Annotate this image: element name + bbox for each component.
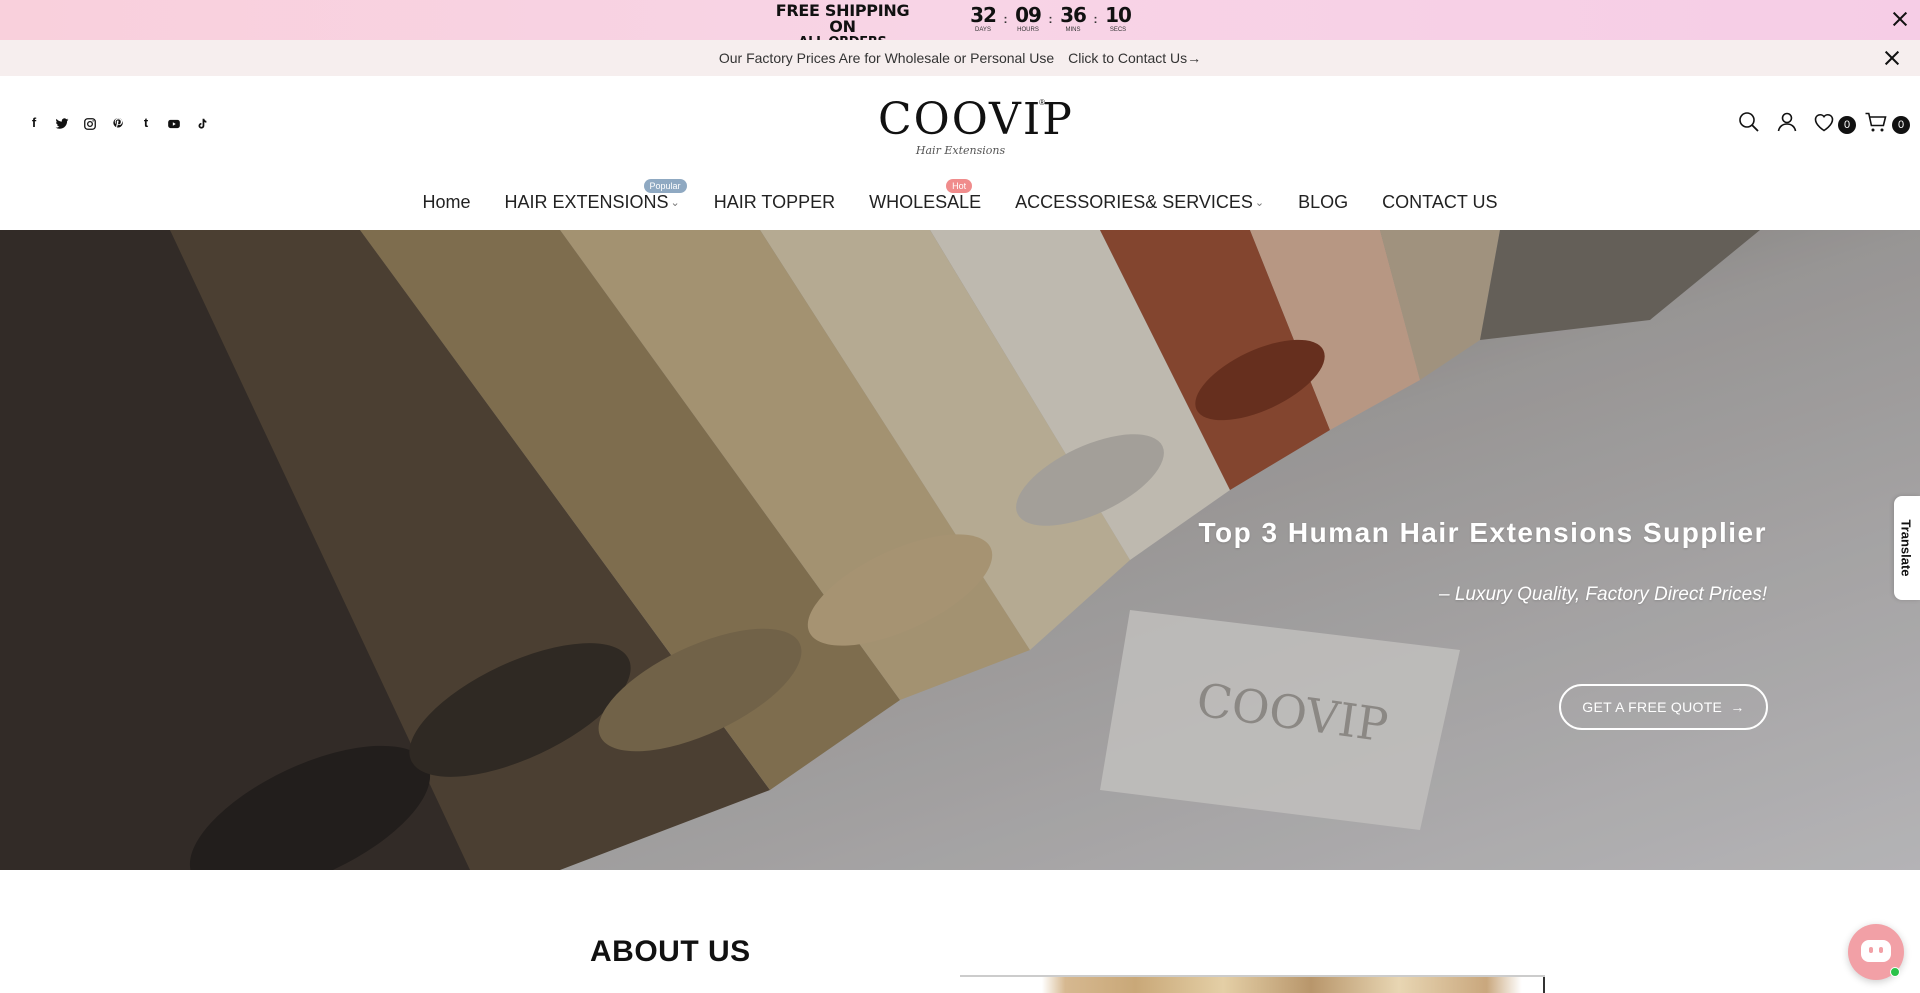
logo-registered-mark: ®: [1039, 98, 1045, 107]
translate-tab[interactable]: Translate: [1894, 496, 1920, 600]
header-actions: 0 0: [1730, 106, 1910, 138]
facebook-icon[interactable]: f: [20, 113, 48, 133]
hero-hair-photo: COOVIP: [0, 230, 1920, 870]
nav-hair-topper[interactable]: HAIR TOPPER: [697, 189, 852, 219]
wishlist-count-badge: 0: [1838, 116, 1856, 134]
chat-bot-eye: [1869, 947, 1873, 953]
nav-contact-label: CONTACT US: [1382, 192, 1498, 212]
promo-bar: FREE SHIPPING ON ALL ORDERS 32 DAYS : 09…: [0, 0, 1920, 50]
countdown-secs: 10 SECS: [1101, 4, 1135, 34]
search-icon[interactable]: [1730, 106, 1768, 138]
countdown-timer: 32 DAYS : 09 HOURS : 36 MINS : 10 SECS: [966, 4, 1135, 38]
countdown-hours-value: 09: [1015, 3, 1042, 27]
popular-tag: Popular: [643, 179, 687, 193]
chat-bot-eye: [1879, 947, 1883, 953]
site-header: f t COOVIP Hair Extensions ® 0 0 Home HA…: [0, 76, 1920, 230]
hero-banner: COOVIP Top 3 Human Hair Extensions Suppl…: [0, 230, 1920, 870]
countdown-days-value: 32: [970, 3, 997, 27]
cart-icon[interactable]: 0: [1856, 106, 1910, 138]
online-status-dot: [1890, 967, 1900, 977]
nav-contact-us[interactable]: CONTACT US: [1365, 189, 1514, 219]
main-nav: Home HAIR EXTENSIONS ⌄ Popular HAIR TOPPE…: [0, 179, 1920, 219]
countdown-secs-value: 10: [1105, 3, 1132, 27]
nav-accessories-services[interactable]: ACCESSORIES& SERVICES ⌄: [998, 189, 1281, 219]
countdown-days: 32 DAYS: [966, 4, 1000, 34]
cart-count-badge: 0: [1892, 116, 1910, 134]
nav-blog-label: BLOG: [1298, 192, 1349, 212]
close-promo-icon[interactable]: [1890, 9, 1910, 29]
twitter-icon[interactable]: [48, 113, 76, 133]
notice-bar: Our Factory Prices Are for Wholesale or …: [0, 40, 1920, 76]
nav-home-label: Home: [422, 192, 471, 212]
youtube-icon[interactable]: [160, 113, 188, 133]
logo-tagline: Hair Extensions: [915, 144, 1006, 157]
hot-tag: Hot: [946, 179, 973, 193]
social-links: f t: [20, 113, 216, 133]
site-logo[interactable]: COOVIP Hair Extensions ®: [878, 94, 1074, 164]
wishlist-icon[interactable]: 0: [1806, 106, 1856, 138]
account-icon[interactable]: [1768, 106, 1806, 138]
countdown-separator: :: [1093, 12, 1098, 26]
about-us-heading: ABOUT US: [590, 935, 751, 968]
get-free-quote-label: GET A FREE QUOTE: [1582, 699, 1723, 715]
tumblr-icon[interactable]: t: [132, 113, 160, 133]
countdown-separator: :: [1048, 12, 1053, 26]
countdown-days-label: DAYS: [975, 27, 991, 33]
notice-text: Our Factory Prices Are for Wholesale or …: [0, 50, 1920, 66]
arrow-right-icon: →: [1730, 699, 1745, 715]
translate-label: Translate: [1898, 519, 1914, 577]
pinterest-icon[interactable]: [104, 113, 132, 133]
nav-accessories-label: ACCESSORIES& SERVICES: [1015, 192, 1253, 212]
chat-bot-icon: [1861, 940, 1891, 962]
nav-hair-extensions[interactable]: HAIR EXTENSIONS ⌄ Popular: [488, 179, 697, 219]
countdown-mins-label: MINS: [1065, 27, 1081, 33]
nav-hair-topper-label: HAIR TOPPER: [713, 192, 836, 212]
nav-hair-extensions-label: HAIR EXTENSIONS: [504, 192, 669, 212]
nav-home[interactable]: Home: [405, 189, 487, 219]
tiktok-icon[interactable]: [188, 113, 216, 133]
nav-blog[interactable]: BLOG: [1281, 189, 1365, 219]
countdown-hours: 09 HOURS: [1011, 4, 1045, 34]
nav-wholesale[interactable]: WHOLESALE Hot: [852, 179, 998, 219]
countdown-secs-label: SECS: [1109, 27, 1127, 33]
get-free-quote-button[interactable]: GET A FREE QUOTE →: [1559, 684, 1768, 730]
countdown-separator: :: [1003, 12, 1008, 26]
about-us-image: [960, 975, 1545, 993]
promo-line-1: FREE SHIPPING ON: [775, 1, 910, 36]
countdown-mins: 36 MINS: [1056, 4, 1090, 34]
instagram-icon[interactable]: [76, 113, 104, 133]
contact-link[interactable]: Click to Contact Us→: [1068, 50, 1201, 66]
countdown-hours-label: HOURS: [1017, 27, 1039, 33]
countdown-mins-value: 36: [1060, 3, 1087, 27]
hero-subtitle: – Luxury Quality, Factory Direct Prices!: [1438, 584, 1767, 605]
close-notice-icon[interactable]: [1882, 48, 1902, 68]
notice-message: Our Factory Prices Are for Wholesale or …: [718, 50, 1055, 66]
chevron-down-icon: ⌄: [670, 197, 680, 209]
chevron-down-icon: ⌄: [1254, 197, 1265, 209]
hero-title: Top 3 Human Hair Extensions Supplier: [1198, 517, 1767, 548]
logo-wordmark: COOVIP: [878, 94, 1074, 145]
nav-wholesale-label: WHOLESALE: [869, 192, 982, 212]
